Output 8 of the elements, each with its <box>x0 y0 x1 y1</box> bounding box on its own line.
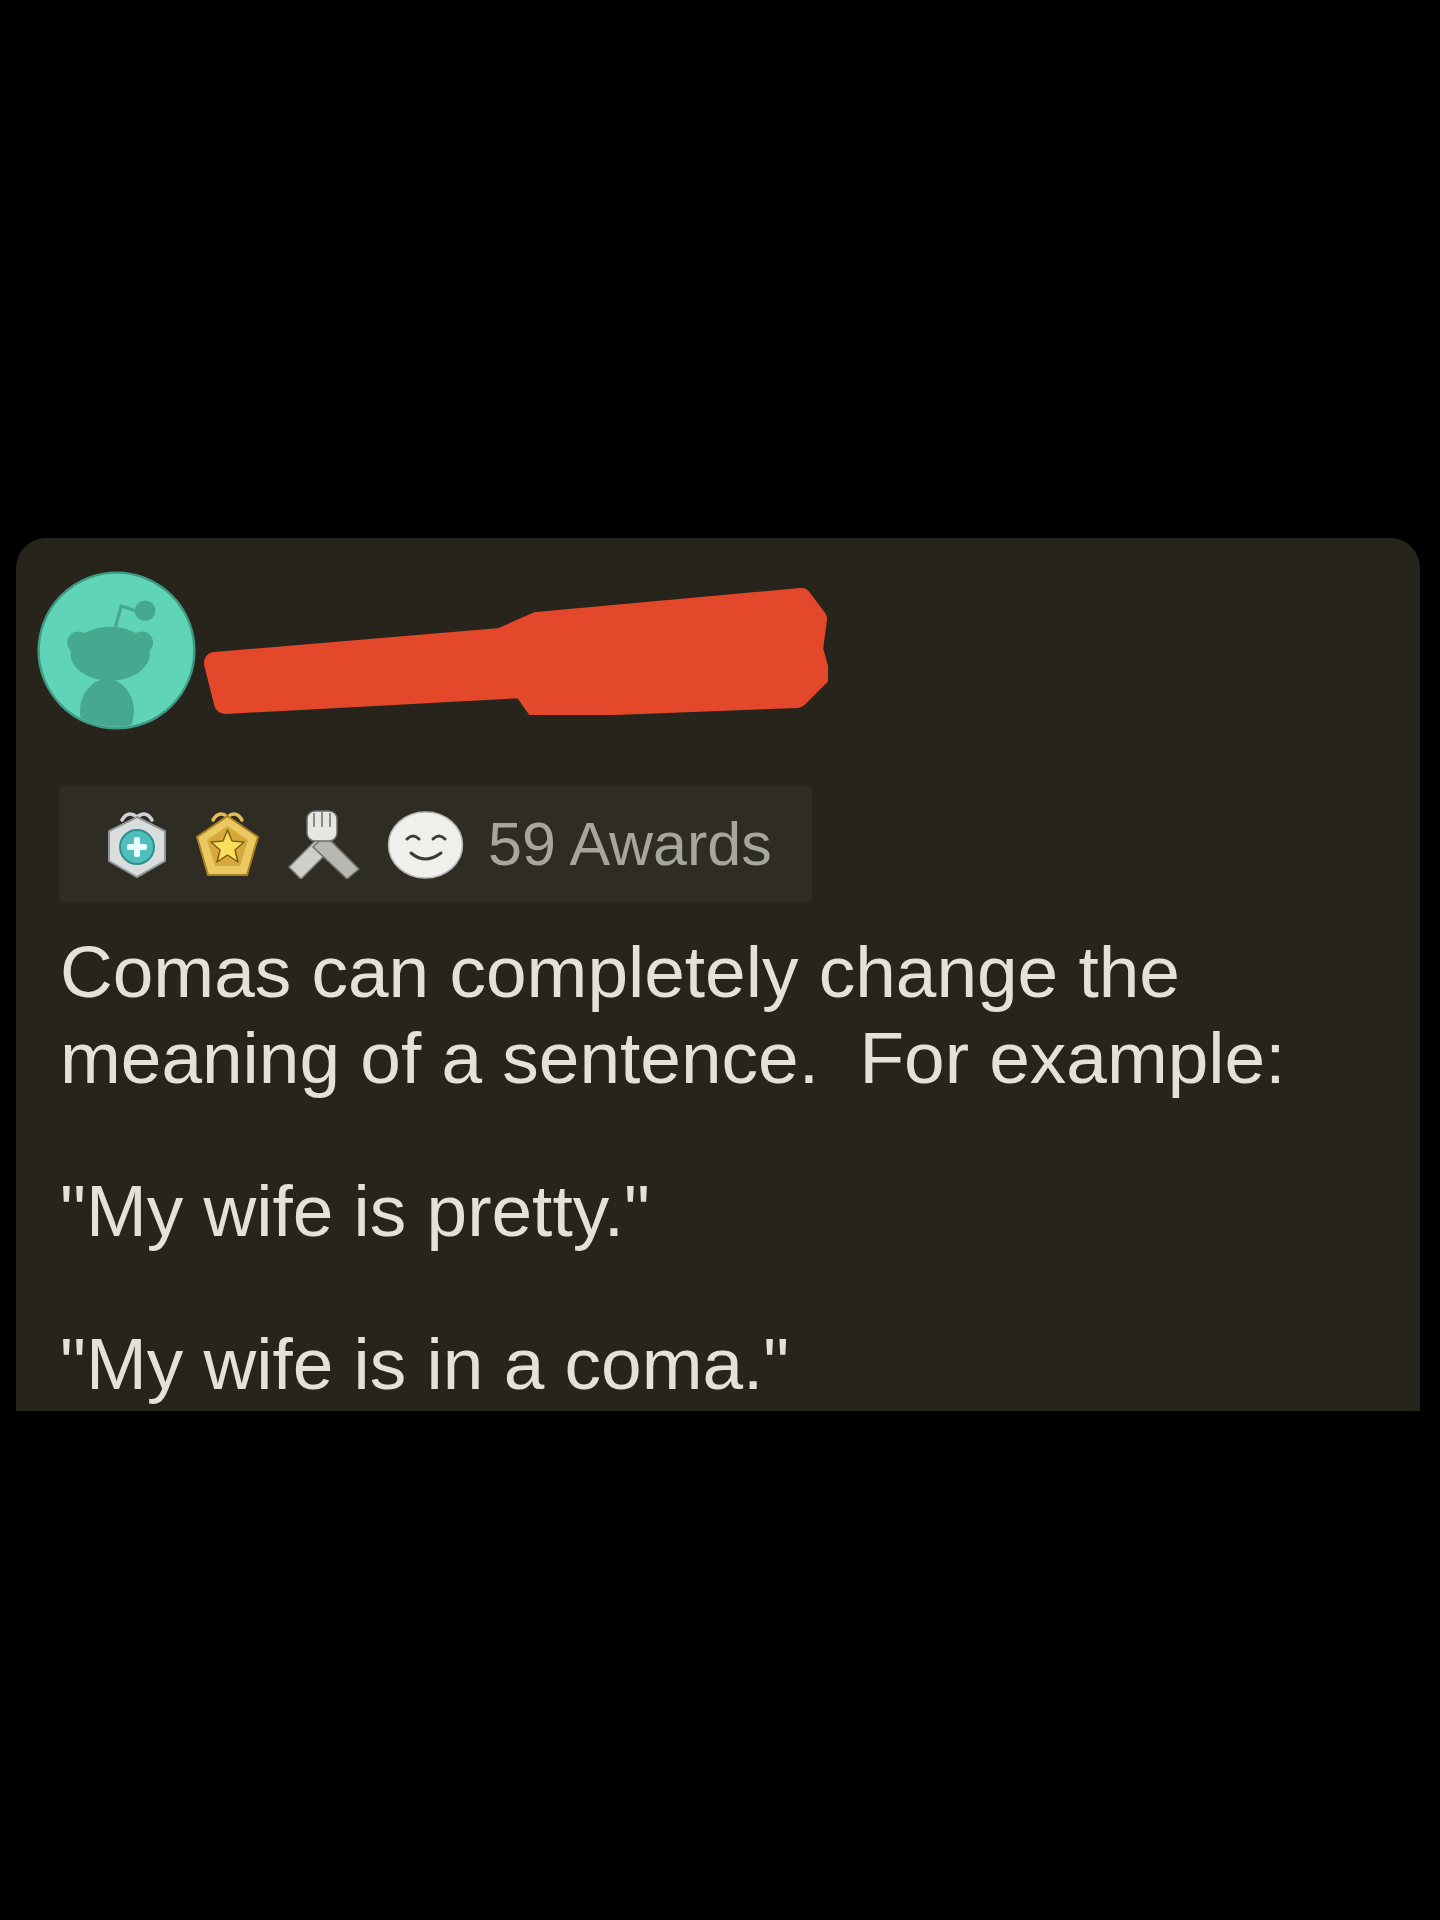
avatar[interactable] <box>37 571 196 730</box>
awards-button[interactable]: 59 Awards <box>59 785 812 903</box>
post-paragraph: "My wife is pretty." <box>60 1169 651 1253</box>
smiling-face-icon <box>387 809 464 879</box>
clasped-hands-icon <box>285 809 363 879</box>
post-paragraph: Comas can completely change the meaning of a sentence. For example: <box>60 930 1287 1100</box>
star-badge-icon <box>194 809 261 879</box>
post-paragraph: "My wife is in a coma." <box>60 1322 791 1406</box>
